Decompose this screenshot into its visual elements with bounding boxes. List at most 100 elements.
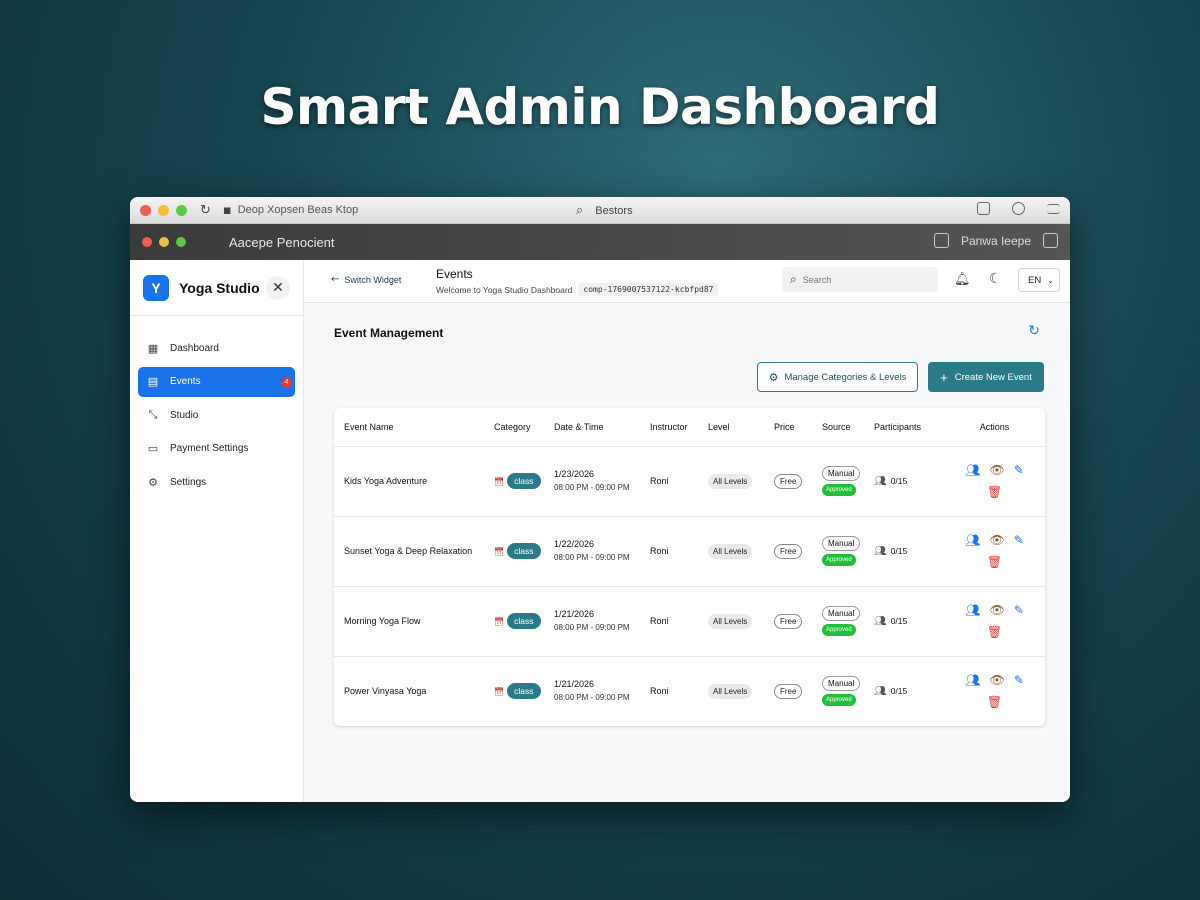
header-category[interactable]: Category (484, 408, 544, 447)
app-body: Y Yoga Studio ✕ ▦ Dashboard ▤ Events 4 ⤡… (130, 260, 1070, 802)
view-eye-icon[interactable]: 👁︎ (989, 674, 1004, 686)
header-participants[interactable]: Participants (864, 408, 944, 447)
app-close-dot[interactable] (142, 237, 152, 247)
delete-trash-icon[interactable]: 🗑︎ (987, 626, 1002, 638)
plus-icon: + (940, 369, 948, 385)
people-icon: 👥︎ (874, 475, 887, 487)
view-eye-icon[interactable]: 👁︎ (989, 534, 1004, 546)
create-event-label: Create New Event (954, 371, 1032, 383)
app-minimize-dot[interactable] (159, 237, 169, 247)
search-input[interactable] (802, 274, 913, 285)
view-participants-icon[interactable]: 👥︎ (965, 464, 980, 476)
view-participants-icon[interactable]: 👥︎ (965, 604, 980, 616)
refresh-icon[interactable]: ↻ (1028, 323, 1040, 339)
category-pill: class (507, 473, 541, 489)
people-icon: 👥︎ (874, 545, 887, 557)
sidebar-item-dashboard[interactable]: ▦ Dashboard (138, 333, 295, 363)
date-time-cell: 1/21/2026 08:00 PM - 09:00 PM (554, 608, 640, 635)
app-header-right-text[interactable]: Panwa Ieepe (961, 234, 1031, 248)
manage-categories-button[interactable]: ⚙ Manage Categories & Levels (757, 362, 918, 392)
source-pill: Manual (822, 606, 861, 621)
date-time-cell: 1/23/2026 08:00 PM - 09:00 PM (554, 468, 640, 495)
header-price[interactable]: Price (764, 408, 812, 447)
minimize-window-button[interactable] (158, 204, 169, 216)
date-time-cell: 1/22/2026 08:00 PM - 09:00 PM (554, 538, 640, 565)
close-window-button[interactable] (140, 204, 151, 216)
topbar: ← Switch Widget Events Welcome to Yoga S… (304, 260, 1070, 303)
view-participants-icon[interactable]: 👥︎ (965, 534, 980, 546)
category-pill: class (507, 543, 541, 559)
sidebar: Y Yoga Studio ✕ ▦ Dashboard ▤ Events 4 ⤡… (130, 260, 304, 802)
table-row[interactable]: Morning Yoga Flow 📅︎ class 1/21/2026 08:00… (334, 586, 1045, 657)
app-maximize-dot[interactable] (176, 237, 186, 247)
address-bar[interactable]: Deop Xopsen Beas Ktop (238, 204, 358, 216)
delete-trash-icon[interactable]: 🗑︎ (987, 486, 1002, 498)
home-icon[interactable] (1043, 233, 1058, 248)
page-subtitle: Welcome to Yoga Studio Dashboard comp-17… (436, 283, 719, 296)
switch-widget-link[interactable]: ← Switch Widget (331, 274, 401, 285)
actions-cell: 👥︎ 👁︎ ✎ 🗑︎ (944, 604, 1045, 638)
table-header-row: Event Name Category Date & Time Instruct… (334, 408, 1045, 447)
expand-icon: ⤡ (148, 408, 158, 421)
source-cell: Manual Approved (822, 606, 864, 636)
delete-trash-icon[interactable]: 🗑︎ (987, 556, 1002, 568)
dark-mode-moon-icon[interactable]: ☾ (989, 271, 1002, 287)
actions-cell: 👥︎ 👁︎ ✎ 🗑︎ (944, 534, 1045, 568)
gear-icon: ⚙ (768, 370, 779, 384)
language-select[interactable]: EN ⌄ (1018, 268, 1060, 292)
header-date-time[interactable]: Date & Time (544, 408, 640, 447)
search-box[interactable]: ⌕ (782, 267, 938, 292)
component-id: comp-1769007537122-kcbfpd87 (578, 283, 719, 296)
table-row[interactable]: Kids Yoga Adventure 📅︎ class 1/23/2026 08:… (334, 446, 1045, 517)
table-row[interactable]: Power Vinyasa Yoga 📅︎ class 1/21/2026 08:0… (334, 656, 1045, 726)
calendar-icon: 📅︎ (494, 616, 505, 626)
header-event-name[interactable]: Event Name (334, 408, 484, 447)
table-row[interactable]: Sunset Yoga & Deep Relaxation 📅︎ class 1/… (334, 516, 1045, 587)
sidebar-item-label: Events (170, 376, 201, 387)
source-pill: Manual (822, 536, 861, 551)
actions-cell: 👥︎ 👁︎ ✎ 🗑︎ (944, 464, 1045, 498)
participants-count: 0/15 (890, 476, 908, 486)
header-source[interactable]: Source (812, 408, 864, 447)
events-table-card: Event Name Category Date & Time Instruct… (334, 408, 1045, 726)
delete-trash-icon[interactable]: 🗑︎ (987, 696, 1002, 708)
app-header-title: Aacepe Penocient (229, 234, 335, 250)
extension-icon[interactable] (1012, 202, 1025, 215)
notification-bell-icon[interactable]: 🔔︎ (954, 272, 971, 287)
search-icon: ⌕ (790, 272, 797, 286)
view-participants-icon[interactable]: 👥︎ (965, 674, 980, 686)
dashboard-icon: ▦ (147, 341, 159, 355)
event-time: 08:00 PM - 09:00 PM (554, 553, 630, 562)
date-time-cell: 1/21/2026 08:00 PM - 09:00 PM (554, 678, 640, 705)
reload-icon[interactable]: ↻ (200, 203, 211, 218)
view-eye-icon[interactable]: 👁︎ (989, 604, 1004, 616)
source-pill: Manual (822, 466, 861, 481)
close-sidebar-button[interactable]: ✕ (266, 275, 290, 300)
participants-count: 0/15 (890, 616, 908, 626)
sidebar-item-events[interactable]: ▤ Events 4 (138, 366, 295, 397)
event-name: Sunset Yoga & Deep Relaxation (334, 516, 484, 587)
sidebar-item-studio[interactable]: ⤡ Studio (138, 400, 295, 430)
event-name: Morning Yoga Flow (334, 586, 484, 657)
edit-pencil-icon[interactable]: ✎ (1014, 674, 1024, 686)
menu-icon[interactable] (1047, 204, 1060, 214)
instructor: Roni (650, 686, 669, 697)
header-instructor[interactable]: Instructor (640, 408, 698, 447)
sidebar-item-payment-settings[interactable]: ▭ Payment Settings (138, 434, 295, 464)
price-pill: Free (774, 474, 803, 489)
browser-center-text: Bestors (595, 204, 633, 217)
edit-pencil-icon[interactable]: ✎ (1014, 464, 1024, 476)
tab-icon[interactable] (977, 202, 990, 215)
create-event-button[interactable]: + Create New Event (928, 362, 1044, 392)
view-eye-icon[interactable]: 👁︎ (989, 464, 1004, 476)
edit-pencil-icon[interactable]: ✎ (1014, 604, 1024, 616)
category-cell: 📅︎ class (494, 473, 544, 489)
profile-icon[interactable] (933, 233, 949, 248)
maximize-window-button[interactable] (176, 204, 187, 216)
event-date: 1/22/2026 (554, 538, 595, 549)
manage-categories-label: Manage Categories & Levels (784, 371, 907, 383)
participants-cell: 👥︎ 0/15 (874, 546, 944, 557)
edit-pencil-icon[interactable]: ✎ (1014, 534, 1024, 546)
header-level[interactable]: Level (698, 408, 764, 447)
sidebar-item-settings[interactable]: ⚙ Settings (138, 467, 295, 497)
